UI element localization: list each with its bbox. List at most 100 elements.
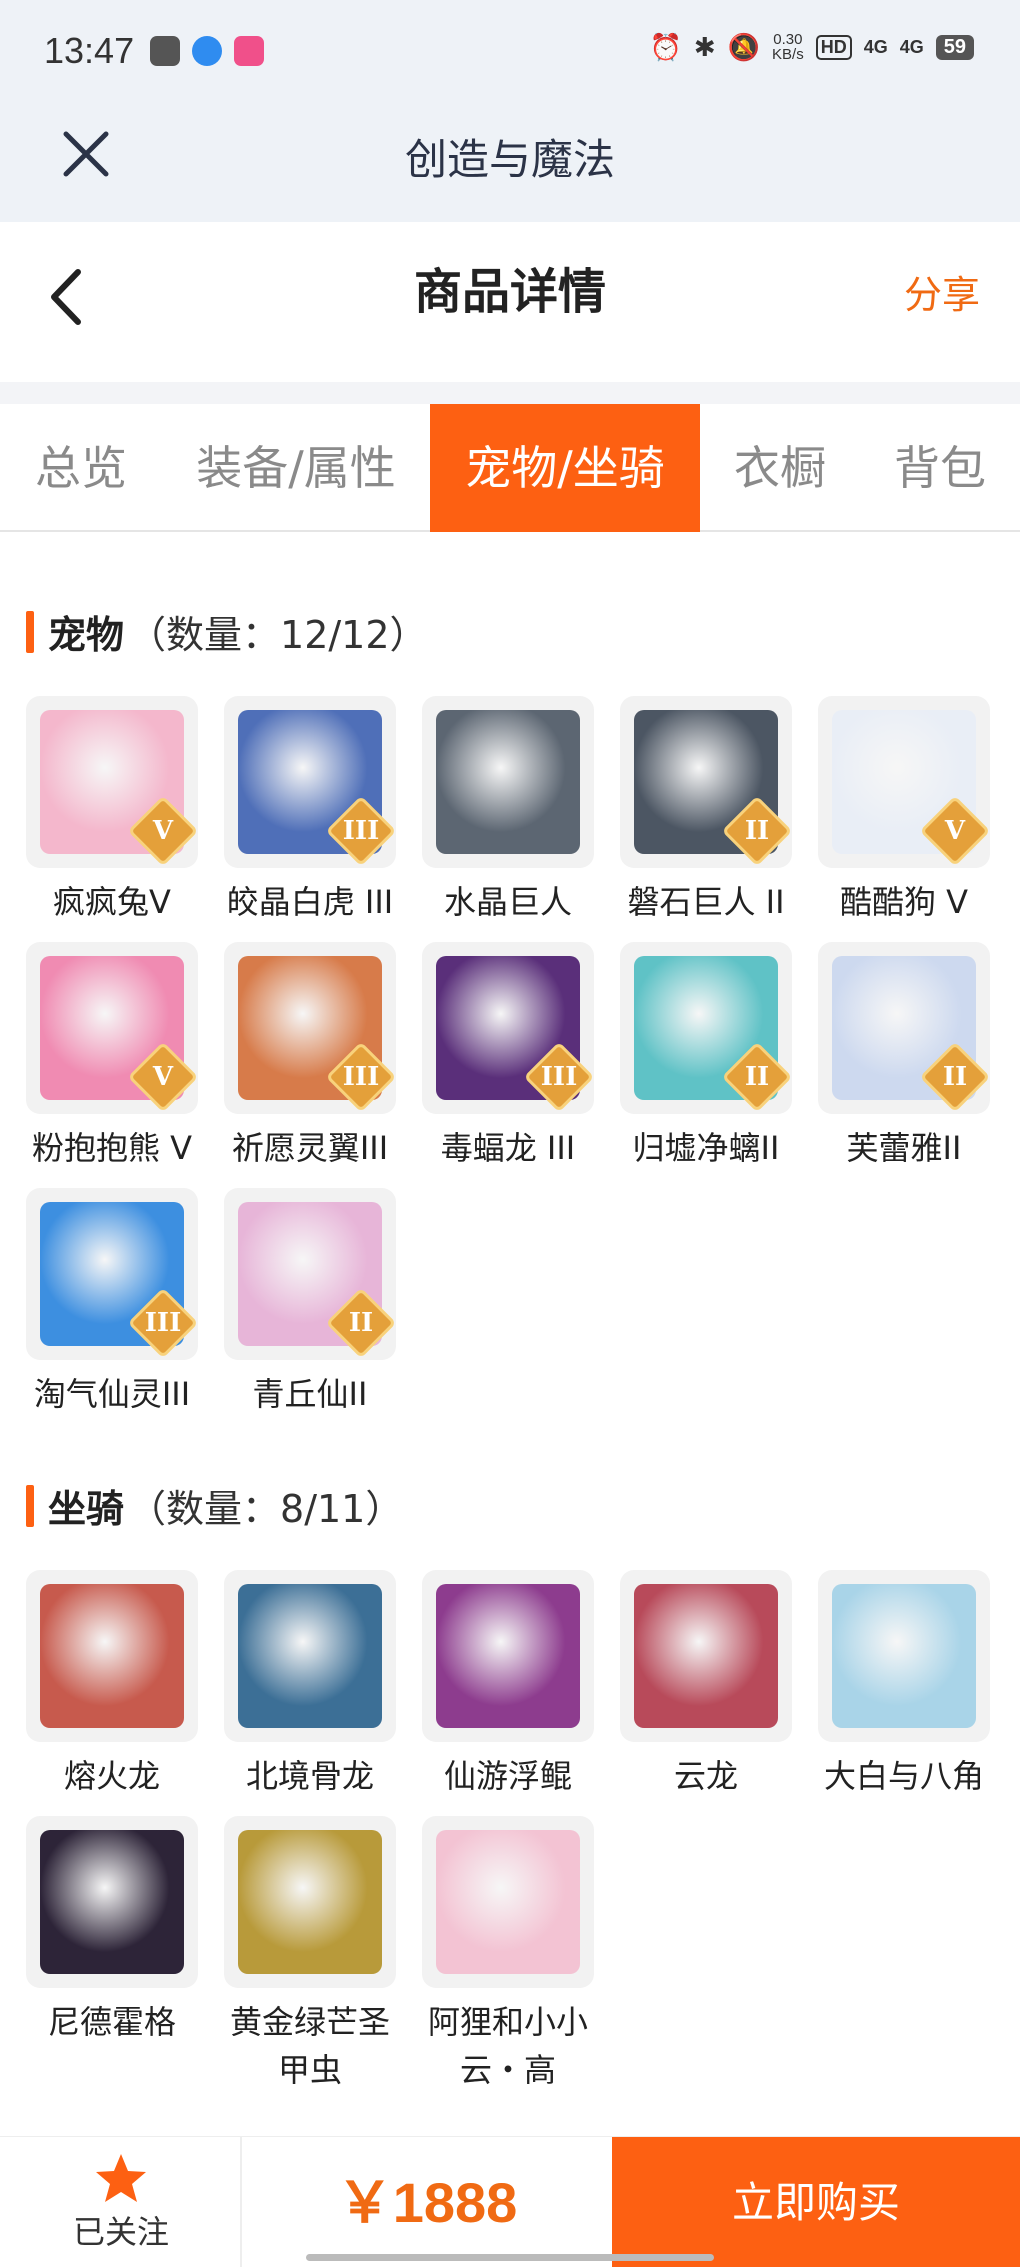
item-thumbnail: III <box>224 942 396 1114</box>
browser-icon <box>192 36 222 66</box>
signal-2: 4G <box>899 36 924 57</box>
status-time: 13:47 <box>44 30 135 71</box>
item-image <box>238 1584 382 1728</box>
bluetooth-icon: ✱ <box>693 32 716 62</box>
pets-section-title: 宠物 （数量：12/12） <box>26 604 428 659</box>
tab-pets-mounts[interactable]: 宠物/坐骑 <box>430 404 700 532</box>
pet-item[interactable]: II 磐石巨人 II <box>620 696 792 926</box>
item-image <box>634 1584 778 1728</box>
item-image <box>832 1584 976 1728</box>
item-thumbnail <box>422 696 594 868</box>
item-name: 芙蕾雅II <box>846 1129 962 1167</box>
buy-now-button[interactable]: 立即购买 <box>612 2137 1020 2267</box>
mount-item[interactable]: 熔火龙 <box>26 1570 198 1800</box>
mount-item[interactable]: 黄金绿芒圣甲虫 <box>224 1816 396 2094</box>
pet-item[interactable]: V 酷酷狗 V <box>818 696 990 926</box>
mount-item[interactable]: 北境骨龙 <box>224 1570 396 1800</box>
page-nav-bar: 商品详情 分享 <box>0 222 1020 382</box>
item-name: 皎晶白虎 III <box>226 883 394 921</box>
share-button[interactable]: 分享 <box>904 264 980 319</box>
item-name: 仙游浮鲲 <box>443 1757 572 1795</box>
mount-item[interactable]: 尼德霍格 <box>26 1816 198 2046</box>
item-name: 水晶巨人 <box>443 883 572 921</box>
item-name: 磐石巨人 II <box>627 883 785 921</box>
item-thumbnail <box>26 1816 198 1988</box>
page-title: 商品详情 <box>413 264 606 320</box>
item-name: 归墟净螭II <box>632 1129 780 1167</box>
tab-backpack[interactable]: 背包 <box>860 404 1020 532</box>
pet-item[interactable]: V 粉抱抱熊 V <box>26 942 198 1172</box>
item-name: 淘气仙灵III <box>33 1375 191 1413</box>
pet-item[interactable]: III 皎晶白虎 III <box>224 696 396 926</box>
item-image <box>436 1830 580 1974</box>
rank-badge-text: II <box>744 816 770 846</box>
item-thumbnail <box>422 1816 594 1988</box>
item-thumbnail <box>224 1570 396 1742</box>
webview-title: 创造与魔法 <box>404 135 615 184</box>
item-thumbnail: II <box>818 942 990 1114</box>
rank-badge-text: III <box>540 1062 578 1092</box>
home-indicator <box>306 2254 714 2261</box>
item-image <box>238 1830 382 1974</box>
item-name: 北境骨龙 <box>245 1757 374 1795</box>
item-name: 祈愿灵翼III <box>231 1129 389 1167</box>
pet-item[interactable]: III 祈愿灵翼III <box>224 942 396 1172</box>
item-thumbnail <box>620 1570 792 1742</box>
rank-badge-text: V <box>152 816 174 846</box>
item-name: 云龙 <box>673 1757 738 1795</box>
item-name: 酷酷狗 V <box>839 883 969 921</box>
item-thumbnail <box>818 1570 990 1742</box>
tab-wardrobe[interactable]: 衣橱 <box>700 404 860 532</box>
pets-heading: 宠物 <box>48 613 125 657</box>
pet-item[interactable]: V 疯疯兔V <box>26 696 198 926</box>
item-name: 黄金绿芒圣甲虫 <box>229 2003 390 2089</box>
pet-item[interactable]: II 芙蕾雅II <box>818 942 990 1172</box>
pet-item[interactable]: 水晶巨人 <box>422 696 594 926</box>
item-image <box>436 710 580 854</box>
webview-header: 创造与魔法 <box>0 104 1020 222</box>
rank-badge-text: III <box>342 816 380 846</box>
follow-button[interactable]: 已关注 <box>0 2137 242 2267</box>
status-app-icons <box>150 36 264 66</box>
item-thumbnail <box>224 1816 396 1988</box>
mute-icon: 🔕 <box>727 32 761 62</box>
pet-item[interactable]: III 淘气仙灵III <box>26 1188 198 1418</box>
section-accent-bar <box>26 610 34 653</box>
item-name: 毒蝠龙 III <box>440 1129 576 1167</box>
pet-item[interactable]: III 毒蝠龙 III <box>422 942 594 1172</box>
mounts-section-title: 坐骑 （数量：8/11） <box>26 1478 403 1533</box>
mount-item[interactable]: 仙游浮鲲 <box>422 1570 594 1800</box>
item-thumbnail: II <box>620 696 792 868</box>
rank-badge-text: V <box>944 816 966 846</box>
rank-badge-text: V <box>152 1062 174 1092</box>
mount-item[interactable]: 阿狸和小小云・高 <box>422 1816 594 2094</box>
item-thumbnail: III <box>422 942 594 1114</box>
tab-overview[interactable]: 总览 <box>0 404 162 532</box>
pet-item[interactable]: II 青丘仙II <box>224 1188 396 1418</box>
signal-1: 4G <box>863 36 888 57</box>
item-name: 尼德霍格 <box>47 2003 176 2041</box>
item-name: 疯疯兔V <box>53 883 171 921</box>
mount-item[interactable]: 云龙 <box>620 1570 792 1800</box>
item-name: 大白与八角 <box>823 1757 984 1795</box>
item-thumbnail: V <box>26 696 198 868</box>
item-image <box>40 1584 184 1728</box>
battery-level: 59 <box>935 34 974 60</box>
mounts-heading: 坐骑 <box>48 1487 125 1531</box>
pet-item[interactable]: II 归墟净螭II <box>620 942 792 1172</box>
mount-item[interactable]: 大白与八角 <box>818 1570 990 1800</box>
follow-label: 已关注 <box>72 2213 169 2251</box>
bottom-action-bar: 已关注 ￥1888 立即购买 <box>0 2136 1020 2267</box>
price: ￥1888 <box>336 2171 518 2234</box>
tab-equipment[interactable]: 装备/属性 <box>162 404 430 532</box>
item-thumbnail <box>26 1570 198 1742</box>
status-indicators: ⏰ ✱ 🔕 0.30 KB/s HD 4G 4G 59 <box>649 32 974 62</box>
rank-badge-text: III <box>342 1062 380 1092</box>
item-name: 熔火龙 <box>63 1757 160 1795</box>
rank-badge-text: II <box>942 1062 968 1092</box>
item-thumbnail: V <box>26 942 198 1114</box>
game-controller-icon <box>150 36 180 66</box>
status-bar: 13:47 ⏰ ✱ 🔕 0.30 KB/s HD 4G 4G 59 <box>0 0 1020 104</box>
pets-count: （数量：12/12） <box>128 613 428 657</box>
hd-badge: HD <box>815 34 852 60</box>
